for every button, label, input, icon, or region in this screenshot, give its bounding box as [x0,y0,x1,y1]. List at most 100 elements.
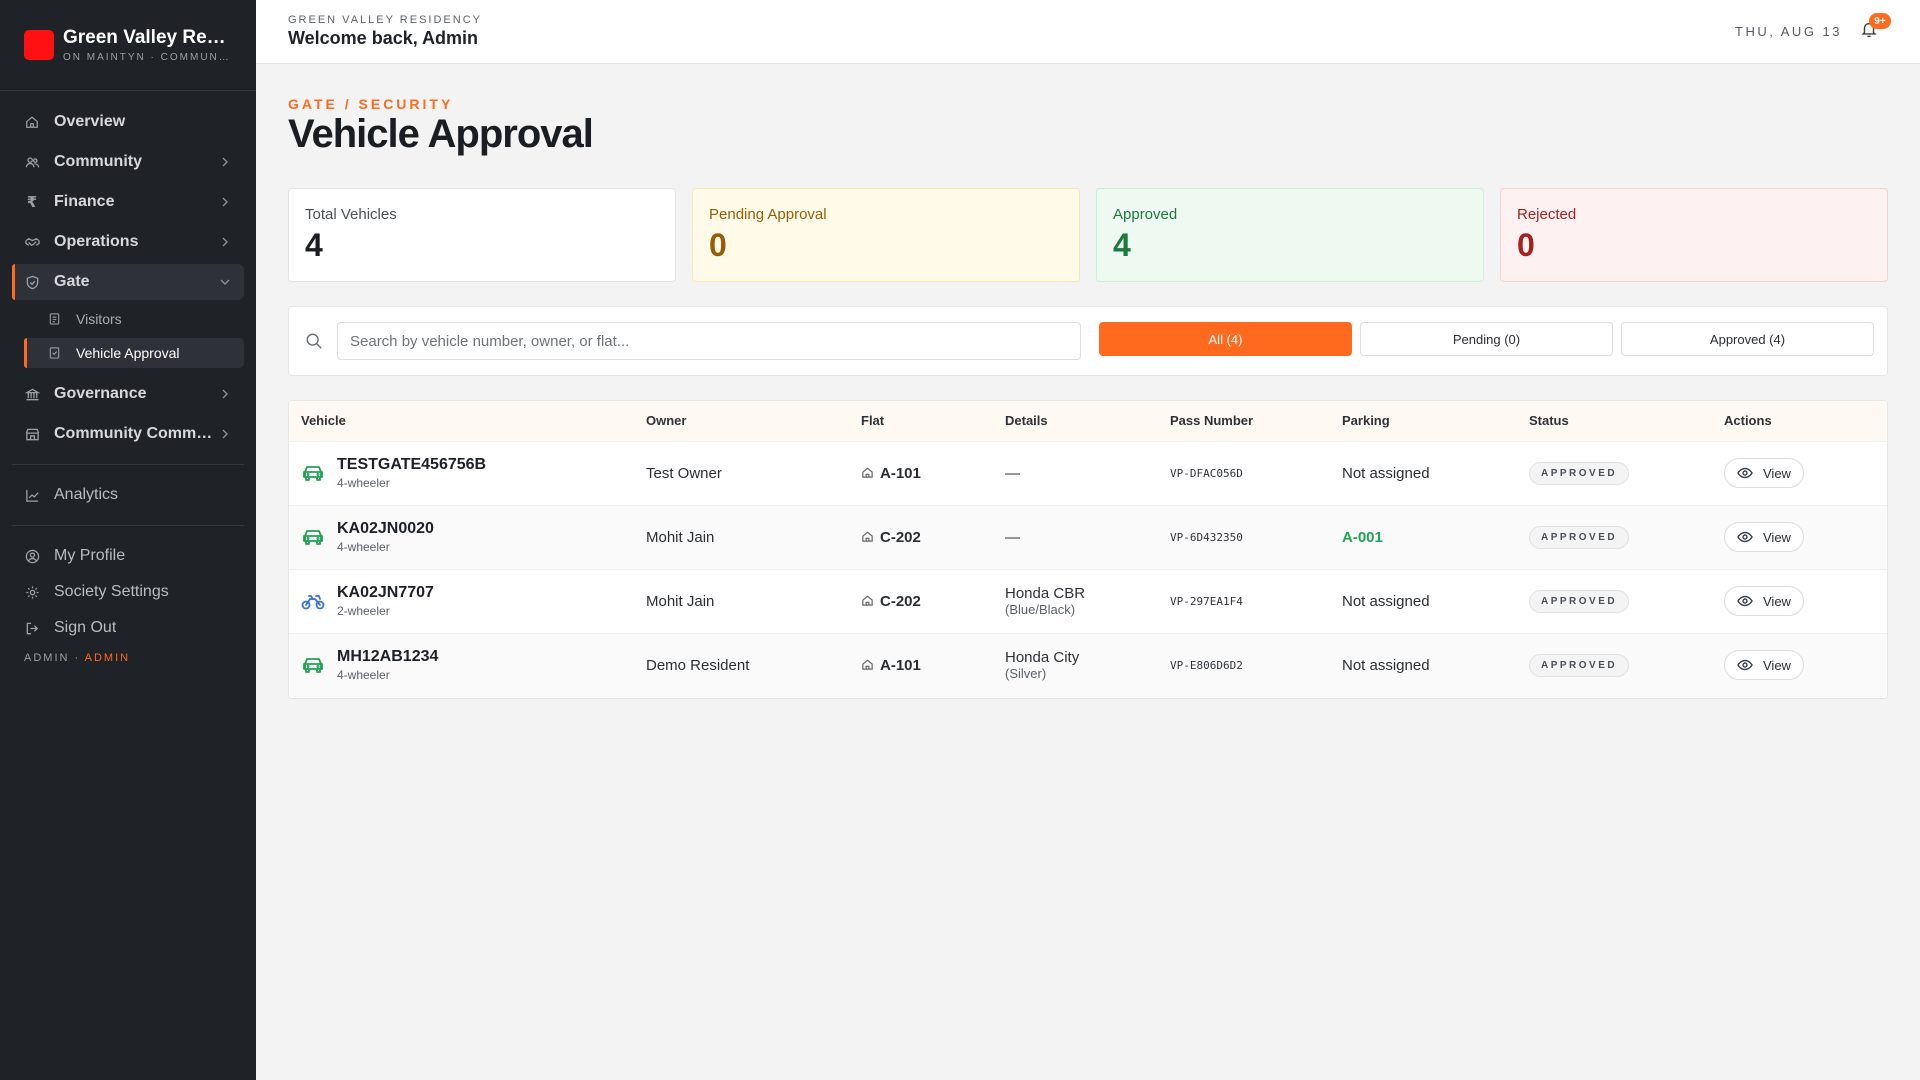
sidebar-item-label: Analytics [54,486,119,503]
page-title: Vehicle Approval [288,112,594,156]
parking-cell: Not assigned [1342,592,1430,610]
stat-value: 0 [1517,227,1535,263]
table-row[interactable]: KA02JN7707 2-wheeler Mohit Jain C-202 Ho… [289,569,1887,633]
view-button[interactable]: View [1724,586,1804,616]
table-header-row: Vehicle Owner Flat Details Pass Number P… [289,401,1887,441]
current-date: THU, AUG 13 [1735,24,1842,39]
chevron-right-icon [218,427,232,441]
column-header: Parking [1342,413,1390,429]
chevron-right-icon [218,387,232,401]
chevron-right-icon [218,235,232,249]
sidebar-item-overview[interactable]: Overview [12,104,244,140]
sidebar-item-label: Sign Out [54,619,117,636]
pass-number: VP-E806D6D2 [1170,658,1243,672]
sidebar-item-label: Overview [54,113,126,130]
sidebar-item-community[interactable]: Community [12,144,244,180]
stat-value: 4 [305,227,323,263]
sidebar-item-sign-out[interactable]: Sign Out [12,610,244,646]
sidebar-divider [12,464,244,465]
topbar: GREEN VALLEY RESIDENCY Welcome back, Adm… [256,0,1920,64]
column-header: Actions [1724,413,1772,429]
column-header: Flat [861,413,885,429]
vehicle-type: 4-wheeler [337,668,390,683]
home-icon [861,530,875,544]
view-button[interactable]: View [1724,650,1804,681]
brand[interactable]: Green Valley Residency ON MAINTYN · COMM… [0,0,256,91]
home-icon [24,114,40,130]
clipboard-check-icon [48,346,62,360]
vehicle-details: — [1005,464,1020,482]
status-badge: APPROVED [1529,525,1630,549]
tab-all[interactable]: All (4) [1099,322,1352,356]
status-badge: APPROVED [1529,589,1630,613]
sidebar-item-finance[interactable]: ₹ Finance [12,184,244,220]
sidebar-item-community-commerce[interactable]: Community Commerce [12,416,244,452]
stat-card-pending: Pending Approval 0 [692,188,1080,282]
store-icon [24,426,40,442]
filter-bar: All (4) Pending (0) Approved (4) [288,306,1888,376]
car-icon [301,653,325,677]
table-row[interactable]: MH12AB1234 4-wheeler Demo Resident A-101… [289,633,1887,697]
sidebar-subitem-vehicle-approval[interactable]: Vehicle Approval [24,338,244,368]
pass-number: VP-297EA1F4 [1170,594,1243,608]
parking-cell: Not assigned [1342,656,1430,674]
sidebar-item-governance[interactable]: Governance [12,376,244,412]
tab-pending[interactable]: Pending (0) [1360,322,1613,356]
eye-icon [1737,657,1753,673]
sidebar-item-label: Governance [54,385,147,402]
eye-icon [1737,465,1753,481]
sidebar-item-gate[interactable]: Gate [12,264,244,300]
vehicle-type: 2-wheeler [337,604,390,618]
stat-card-total: Total Vehicles 4 [288,188,676,282]
sidebar-subitem-visitors[interactable]: Visitors [24,304,244,334]
table-row[interactable]: KA02JN0020 4-wheeler Mohit Jain C-202 — … [289,505,1887,569]
view-button[interactable]: View [1724,522,1804,552]
vehicle-color: (Blue/Black) [1005,602,1076,617]
search-input[interactable] [337,322,1081,360]
status-badge: APPROVED [1529,461,1630,485]
sidebar-item-analytics[interactable]: Analytics [12,477,244,513]
column-header: Status [1529,413,1569,429]
pass-number: VP-6D432350 [1170,530,1243,544]
notification-badge: 9+ [1869,13,1891,29]
stat-value: 4 [1113,227,1131,263]
eye-icon [1737,593,1753,609]
flat-number: C-202 [880,528,921,546]
search-icon [305,332,325,352]
vehicle-number: KA02JN7707 [337,584,434,601]
sidebar-divider [12,525,244,526]
tab-approved[interactable]: Approved (4) [1621,322,1874,356]
vehicle-number: KA02JN0020 [337,520,434,537]
logout-icon [24,620,40,636]
sidebar-item-society-settings[interactable]: Society Settings [12,574,244,610]
chevron-down-icon [218,275,232,289]
table-row[interactable]: TESTGATE456756B 4-wheeler Test Owner A-1… [289,441,1887,505]
sidebar-item-label: Gate [54,273,90,290]
sidebar-item-label: Society Settings [54,583,169,600]
brand-name: Green Valley Residency [63,27,232,48]
stat-card-rejected: Rejected 0 [1500,188,1888,282]
sidebar-item-label: Community Commerce [54,425,214,442]
eye-icon [1737,529,1753,545]
sidebar-nav: Overview Community ₹ Finance Operations … [0,91,256,670]
breadcrumb: GATE / SECURITY [288,96,454,112]
handshake-icon [24,234,40,250]
sidebar-item-operations[interactable]: Operations [12,224,244,260]
view-button[interactable]: View [1724,458,1804,488]
stat-value: 0 [709,227,727,263]
sidebar-item-label: Finance [54,193,115,210]
sidebar-subitem-label: Vehicle Approval [76,345,180,361]
user-circle-icon [24,548,40,564]
sidebar-item-my-profile[interactable]: My Profile [12,538,244,574]
chevron-right-icon [218,195,232,209]
sidebar-subitem-label: Visitors [76,311,122,327]
parking-cell: A-001 [1342,528,1383,546]
owner-cell: Test Owner [646,464,722,482]
brand-subtitle: ON MAINTYN · COMMUNITY [63,52,232,63]
stat-card-approved: Approved 4 [1096,188,1484,282]
chart-icon [24,487,40,503]
sidebar: Green Valley Residency ON MAINTYN · COMM… [0,0,256,1080]
sidebar-item-label: My Profile [54,547,126,564]
rupee-icon: ₹ [26,194,38,211]
parking-cell: Not assigned [1342,464,1430,482]
